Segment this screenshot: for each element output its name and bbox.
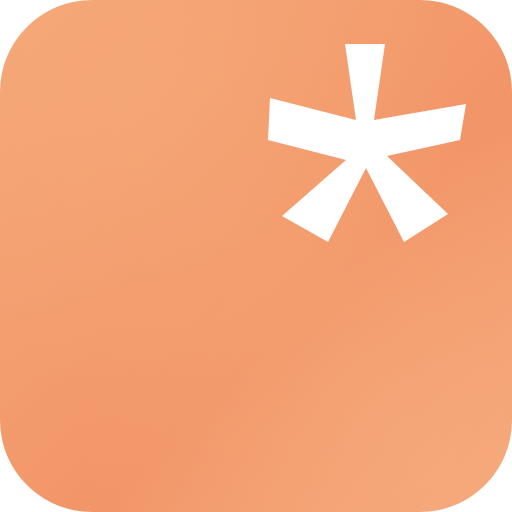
asterisk-icon xyxy=(268,44,466,242)
app-icon-tile[interactable] xyxy=(0,0,512,512)
